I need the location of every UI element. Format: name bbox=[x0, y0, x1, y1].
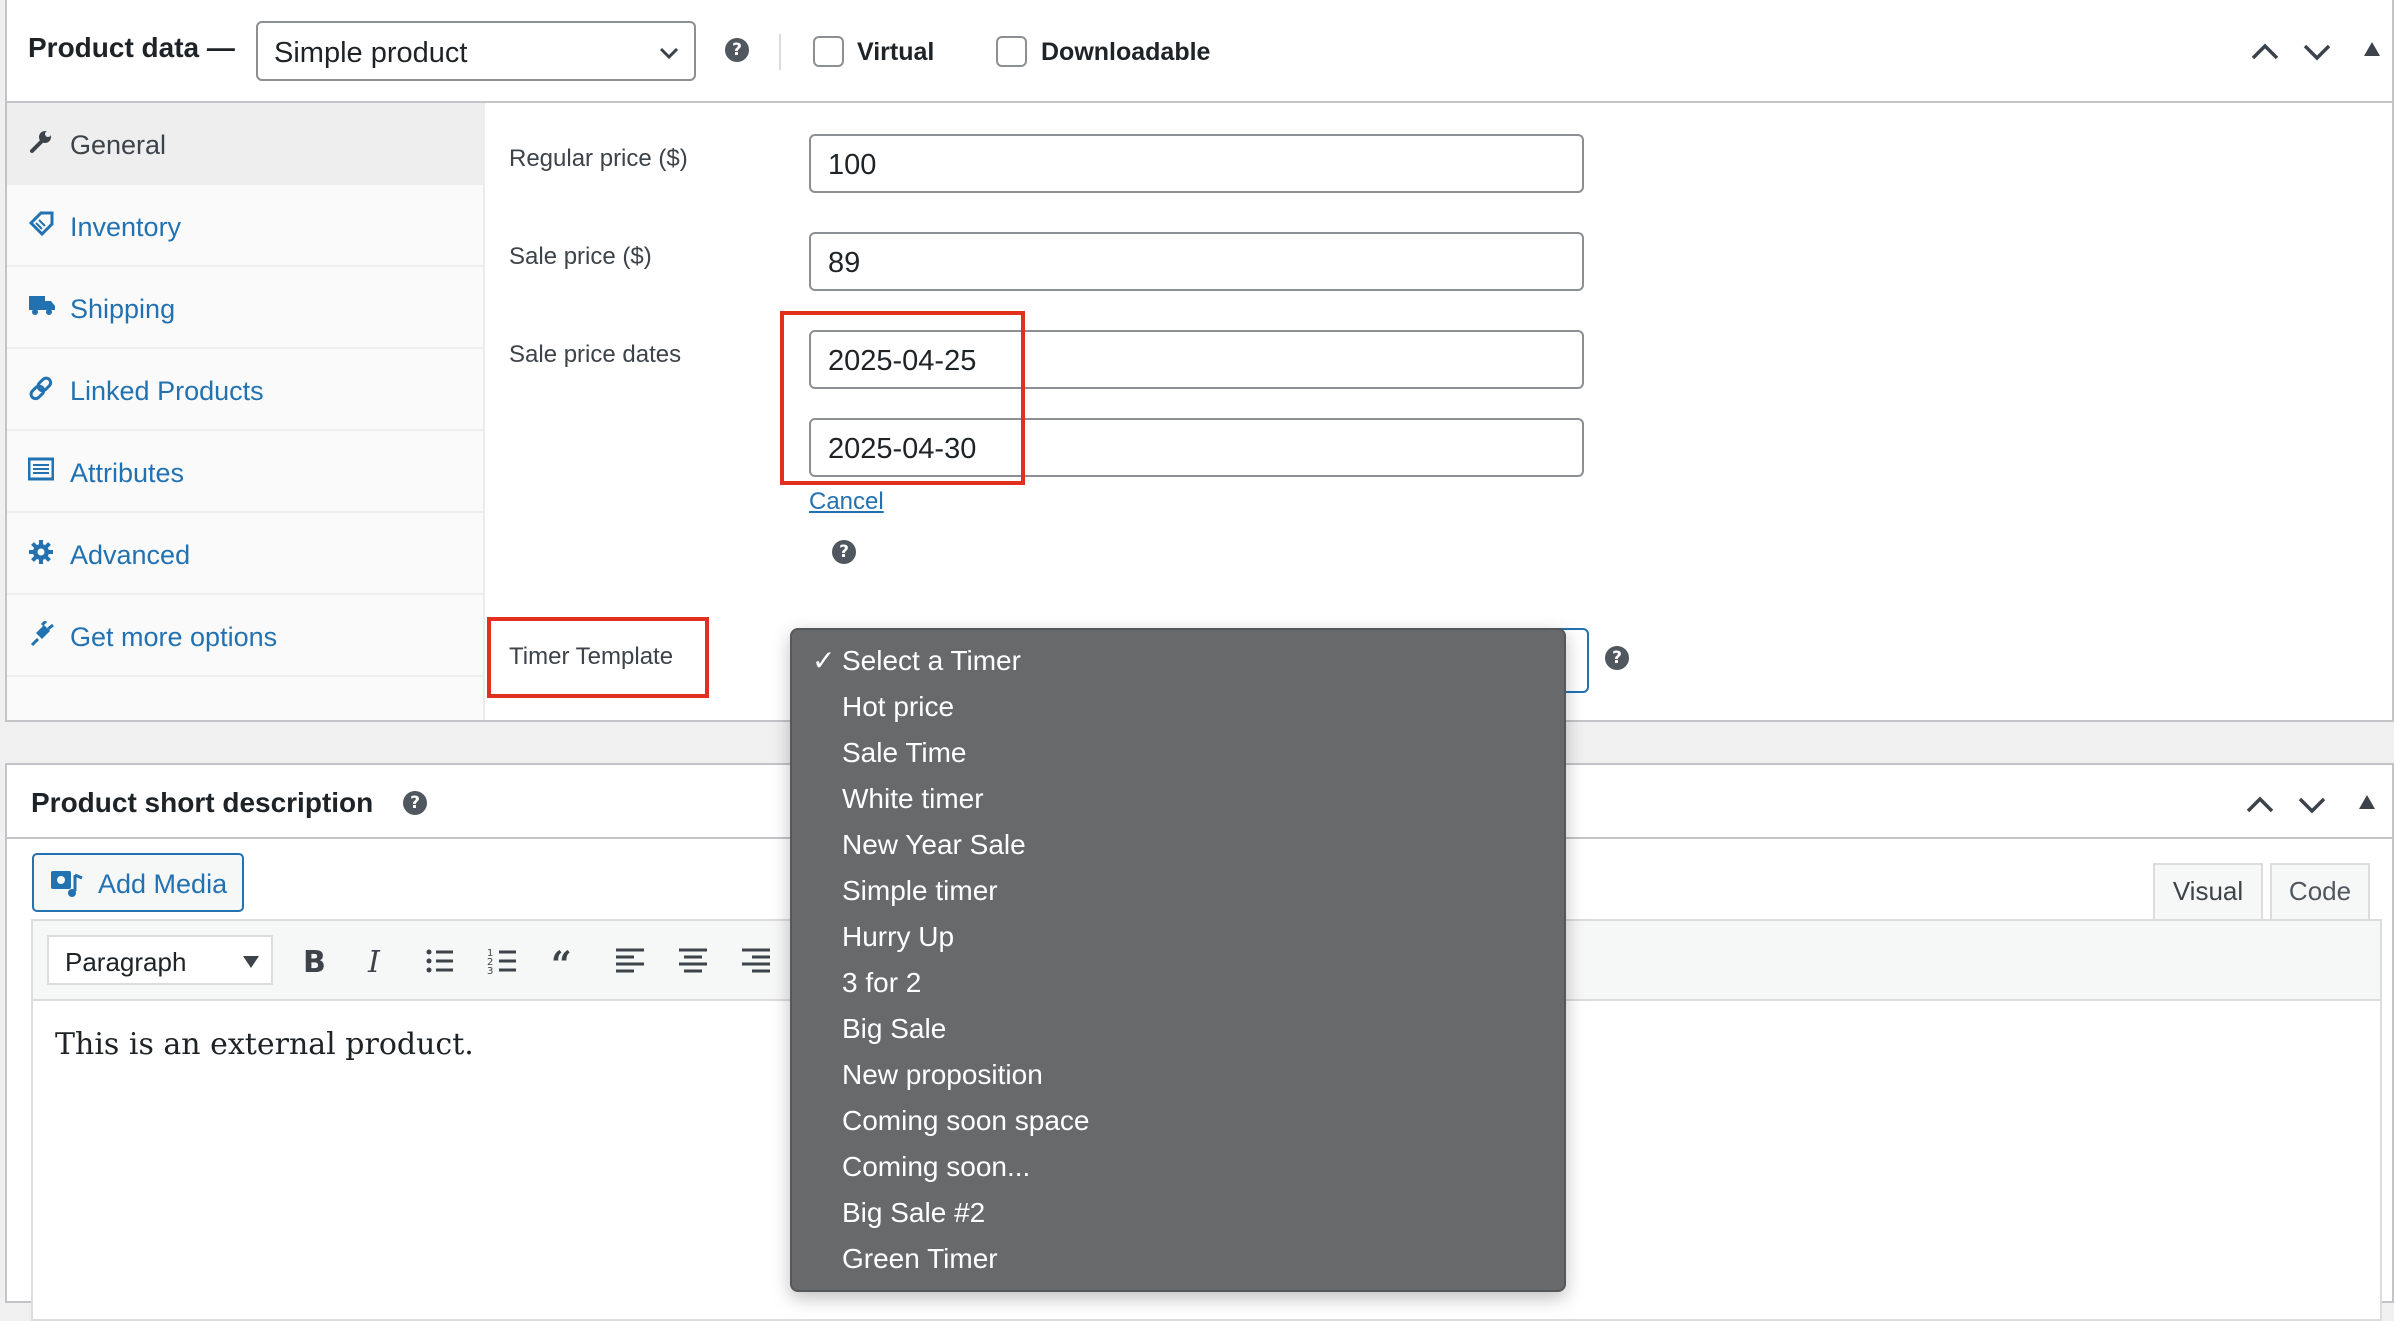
timer-option[interactable]: Coming soon... bbox=[792, 1144, 1564, 1190]
tab-label: Linked Products bbox=[70, 376, 264, 406]
gear-icon bbox=[28, 539, 54, 565]
sale-price-value: 89 bbox=[828, 247, 861, 279]
regular-price-label: Regular price ($) bbox=[509, 145, 688, 172]
regular-price-value: 100 bbox=[828, 149, 877, 181]
chevron-down-icon bbox=[658, 42, 680, 64]
timer-option[interactable]: 3 for 2 bbox=[792, 960, 1564, 1006]
product-data-header: Product data — Simple product ? Virtual … bbox=[7, 0, 2392, 103]
sale-dates-highlight bbox=[780, 311, 1025, 485]
align-center-icon[interactable] bbox=[673, 941, 713, 981]
help-icon[interactable]: ? bbox=[403, 791, 427, 815]
tab-advanced[interactable]: Advanced bbox=[7, 513, 483, 595]
timer-option[interactable]: Sale Time bbox=[792, 730, 1564, 776]
tab-label: Get more options bbox=[70, 622, 278, 652]
checkmark-icon: ✓ bbox=[812, 645, 836, 676]
svg-text:B: B bbox=[303, 945, 326, 980]
tab-get-more-options[interactable]: Get more options bbox=[7, 595, 483, 677]
timer-option[interactable]: White timer bbox=[792, 776, 1564, 822]
tab-inventory[interactable]: Inventory bbox=[7, 185, 483, 267]
tab-visual[interactable]: Visual bbox=[2153, 863, 2263, 919]
downloadable-checkbox[interactable] bbox=[996, 36, 1027, 67]
downloadable-label: Downloadable bbox=[1041, 38, 1211, 66]
regular-price-input[interactable]: 100 bbox=[809, 134, 1584, 193]
tab-linked-products[interactable]: Linked Products bbox=[7, 349, 483, 431]
truck-icon bbox=[28, 293, 56, 317]
add-media-label: Add Media bbox=[98, 869, 228, 899]
editor-text: This is an external product. bbox=[55, 1027, 474, 1062]
timer-option[interactable]: New Year Sale bbox=[792, 822, 1564, 868]
timer-template-dropdown: ✓ Select a Timer Hot price Sale Time Whi… bbox=[790, 628, 1566, 1292]
product-data-title: Product data — bbox=[28, 32, 235, 63]
move-up-icon[interactable] bbox=[2245, 793, 2275, 815]
sale-price-label: Sale price ($) bbox=[509, 243, 652, 270]
italic-icon[interactable]: I bbox=[358, 941, 398, 981]
sale-price-input[interactable]: 89 bbox=[809, 232, 1584, 291]
plugin-icon bbox=[28, 621, 54, 647]
svg-text:3: 3 bbox=[487, 966, 493, 977]
bold-icon[interactable]: B bbox=[295, 941, 335, 981]
link-icon bbox=[28, 375, 54, 401]
product-data-tabs: General Inventory Shipping Linked Produc… bbox=[7, 103, 485, 720]
tab-shipping[interactable]: Shipping bbox=[7, 267, 483, 349]
caret-down-icon bbox=[243, 956, 259, 968]
help-icon[interactable]: ? bbox=[725, 38, 749, 62]
format-value: Paragraph bbox=[65, 947, 187, 977]
timer-option[interactable]: Green Timer bbox=[792, 1236, 1564, 1282]
timer-template-highlight bbox=[487, 617, 709, 698]
product-data-panel: Product data — Simple product ? Virtual … bbox=[5, 0, 2394, 722]
tab-code[interactable]: Code bbox=[2270, 863, 2370, 919]
timer-option[interactable]: ✓ Select a Timer bbox=[792, 638, 1564, 684]
timer-option[interactable]: Simple timer bbox=[792, 868, 1564, 914]
tag-icon bbox=[28, 211, 54, 237]
format-select[interactable]: Paragraph bbox=[47, 935, 273, 985]
timer-option[interactable]: New proposition bbox=[792, 1052, 1564, 1098]
add-media-button[interactable]: Add Media bbox=[32, 853, 244, 912]
media-icon bbox=[50, 869, 84, 899]
tab-label: Advanced bbox=[70, 540, 191, 570]
timer-option[interactable]: Coming soon space bbox=[792, 1098, 1564, 1144]
blockquote-icon[interactable]: “ bbox=[547, 941, 587, 981]
cancel-schedule-link[interactable]: Cancel bbox=[809, 488, 884, 516]
header-divider bbox=[779, 34, 781, 70]
align-left-icon[interactable] bbox=[610, 941, 650, 981]
tab-general[interactable]: General bbox=[7, 103, 483, 185]
bullet-list-icon[interactable] bbox=[421, 941, 461, 981]
collapse-toggle-icon[interactable] bbox=[2364, 42, 2380, 56]
move-down-icon[interactable] bbox=[2302, 42, 2332, 64]
numbered-list-icon[interactable]: 123 bbox=[484, 941, 524, 981]
align-right-icon[interactable] bbox=[736, 941, 776, 981]
move-up-icon[interactable] bbox=[2250, 40, 2280, 62]
tab-label: Attributes bbox=[70, 458, 185, 488]
help-icon[interactable]: ? bbox=[1605, 646, 1629, 670]
sale-price-dates-label: Sale price dates bbox=[509, 341, 682, 368]
tab-attributes[interactable]: Attributes bbox=[7, 431, 483, 513]
collapse-toggle-icon[interactable] bbox=[2359, 795, 2375, 809]
tab-label: Inventory bbox=[70, 212, 182, 242]
tab-label: General bbox=[70, 130, 167, 160]
svg-text:I: I bbox=[367, 945, 381, 980]
move-down-icon[interactable] bbox=[2297, 795, 2327, 817]
svg-text:“: “ bbox=[551, 944, 572, 981]
help-icon[interactable]: ? bbox=[832, 540, 856, 564]
virtual-label: Virtual bbox=[857, 38, 935, 66]
list-icon bbox=[28, 457, 54, 481]
timer-option[interactable]: Big Sale bbox=[792, 1006, 1564, 1052]
timer-option[interactable]: Big Sale #2 bbox=[792, 1190, 1564, 1236]
product-type-select[interactable]: Simple product bbox=[256, 21, 696, 81]
timer-option[interactable]: Hot price bbox=[792, 684, 1564, 730]
wrench-icon bbox=[28, 129, 54, 155]
timer-option[interactable]: Hurry Up bbox=[792, 914, 1564, 960]
virtual-checkbox[interactable] bbox=[813, 36, 844, 67]
short-description-title: Product short description bbox=[31, 787, 374, 818]
tab-label: Shipping bbox=[70, 294, 176, 324]
product-type-value: Simple product bbox=[274, 37, 468, 69]
